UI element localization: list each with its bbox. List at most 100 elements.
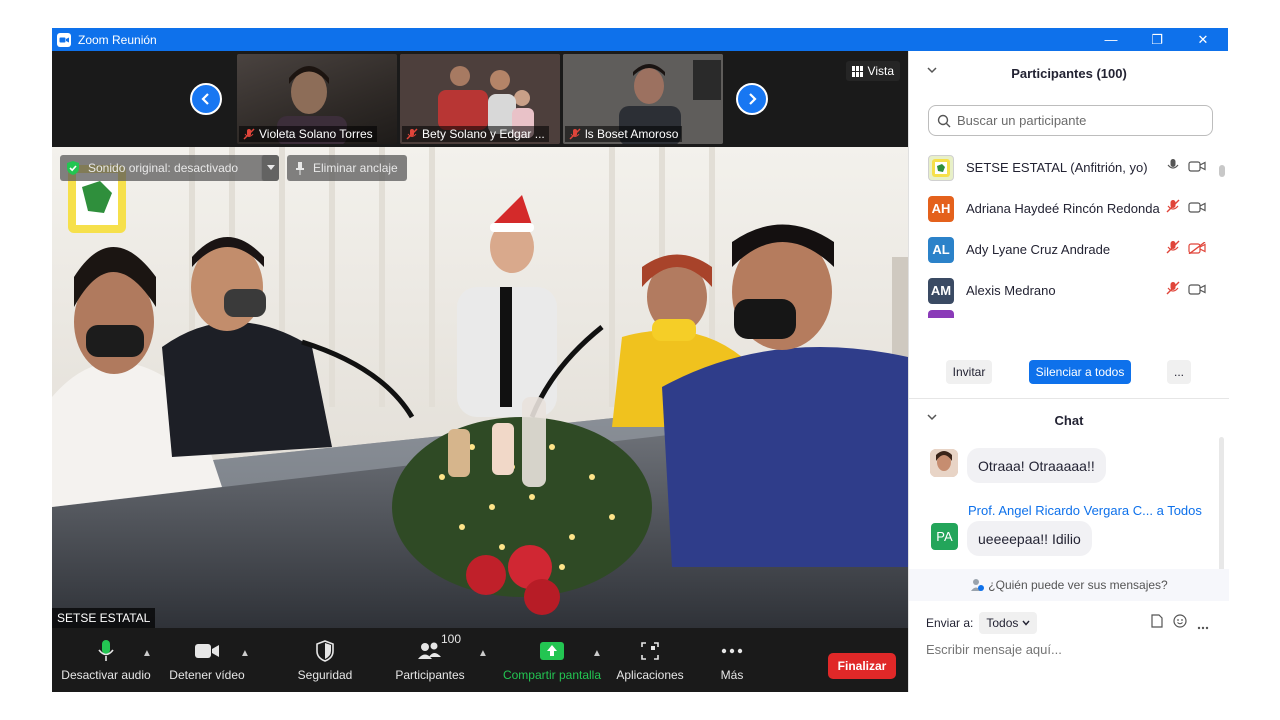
participants-icon: 100	[417, 632, 461, 664]
search-icon	[937, 114, 951, 127]
title-bar: Zoom Reunión — ❐ ✕	[52, 28, 1228, 51]
microphone-icon	[96, 638, 116, 664]
video-camera-icon	[1188, 159, 1206, 177]
mic-muted-icon	[1166, 199, 1180, 218]
microphone-icon	[1166, 158, 1180, 177]
original-sound-menu-button[interactable]	[261, 155, 279, 181]
video-camera-icon	[194, 638, 220, 664]
participants-button[interactable]: 100 Participantes	[388, 628, 472, 692]
file-icon[interactable]	[1151, 614, 1163, 633]
mute-button[interactable]: Desactivar audio	[60, 628, 152, 692]
meeting-room-scene	[52, 147, 908, 628]
avatar: AH	[928, 195, 954, 222]
video-options-caret[interactable]: ▲	[240, 648, 250, 659]
participant-list: SETSE ESTATAL (Anfitrión, yo) AH Adriana…	[909, 147, 1229, 318]
avatar	[930, 449, 958, 477]
chat-message-input[interactable]: Escribir mensaje aquí...	[926, 642, 1062, 657]
participant-search-input[interactable]: Buscar un participante	[928, 105, 1213, 136]
chat-message: ueeeepaa!! Idilio	[967, 521, 1092, 556]
close-window-button[interactable]: ✕	[1180, 28, 1226, 51]
collapse-participants-icon[interactable]	[927, 66, 937, 77]
caret-down-icon	[266, 165, 275, 170]
shield-check-icon	[64, 159, 82, 177]
audio-options-caret[interactable]: ▲	[142, 648, 152, 659]
mic-muted-icon	[569, 128, 581, 140]
avatar: AM	[928, 277, 954, 304]
participant-row[interactable]: AL Ady Lyane Cruz Andrade	[909, 229, 1219, 270]
avatar: AL	[928, 236, 954, 263]
share-screen-icon	[540, 638, 564, 664]
participant-thumbnail[interactable]: ls Boset Amoroso	[563, 54, 723, 144]
ellipsis-icon	[721, 638, 743, 664]
chat-header: Chat	[909, 400, 1229, 440]
invite-button[interactable]: Invitar	[946, 360, 992, 384]
chevron-right-icon	[749, 93, 757, 105]
mic-muted-icon	[1166, 240, 1180, 259]
security-button[interactable]: Seguridad	[290, 628, 360, 692]
participant-thumbnail[interactable]: Violeta Solano Torres	[237, 54, 397, 144]
emoji-icon[interactable]	[1173, 614, 1187, 633]
send-to-selector: Enviar a: Todos	[926, 612, 1038, 634]
mic-muted-icon	[1166, 281, 1180, 300]
video-camera-icon	[1188, 282, 1206, 300]
participant-thumbnail[interactable]: Bety Solano y Edgar ...	[400, 54, 560, 144]
share-options-caret[interactable]: ▲	[592, 648, 602, 659]
apps-icon	[640, 638, 660, 664]
chevron-left-icon	[201, 93, 209, 105]
mic-muted-icon	[243, 128, 255, 140]
active-speaker-name: SETSE ESTATAL	[52, 608, 156, 628]
gallery-next-button[interactable]	[736, 83, 768, 115]
share-screen-button[interactable]: Compartir pantalla	[498, 628, 606, 692]
participant-name-tag: Violeta Solano Torres	[239, 126, 377, 142]
person-info-icon	[971, 579, 985, 591]
original-sound-toggle[interactable]: Sonido original: desactivado	[60, 155, 279, 181]
collapse-chat-icon[interactable]	[927, 413, 937, 424]
grid-icon	[851, 65, 863, 77]
mic-muted-icon	[406, 128, 418, 140]
participants-options-caret[interactable]: ▲	[478, 648, 488, 659]
message-visibility-link[interactable]: ¿Quién puede ver sus mensajes?	[909, 569, 1229, 601]
chat-scrollbar[interactable]	[1219, 437, 1224, 573]
zoom-window: Zoom Reunión — ❐ ✕ Violeta Solano Torres	[52, 28, 1229, 692]
video-camera-icon	[1188, 200, 1206, 218]
video-off-icon	[1188, 240, 1206, 259]
participant-name-tag: ls Boset Amoroso	[565, 126, 683, 142]
participant-row[interactable]: AH Adriana Haydeé Rincón Redonda	[909, 188, 1219, 229]
view-button[interactable]: Vista	[845, 61, 900, 81]
shield-icon	[315, 638, 335, 664]
participants-count: 100	[441, 632, 462, 646]
participant-name-tag: Bety Solano y Edgar ...	[402, 126, 549, 142]
minimize-button[interactable]: —	[1088, 28, 1134, 51]
window-title: Zoom Reunión	[78, 32, 157, 47]
apps-button[interactable]: Aplicaciones	[614, 628, 686, 692]
pin-icon	[296, 161, 304, 175]
chat-sender[interactable]: Prof. Angel Ricardo Vergara C... a Todos	[968, 503, 1202, 518]
mute-all-button[interactable]: Silenciar a todos	[1029, 360, 1131, 384]
participant-scrollbar[interactable]	[1219, 165, 1225, 177]
unpin-button[interactable]: Eliminar anclaje	[287, 155, 407, 181]
send-to-dropdown[interactable]: Todos	[979, 612, 1038, 634]
meeting-toolbar: Desactivar audio ▲ Detener vídeo ▲ Segur…	[52, 628, 908, 692]
more-button[interactable]: Más	[704, 628, 760, 692]
active-speaker-video: Sonido original: desactivado Eliminar an…	[52, 147, 908, 628]
gallery-prev-button[interactable]	[190, 83, 222, 115]
video-stage: Violeta Solano Torres Bety Solano y Edga…	[52, 51, 908, 628]
divider	[909, 398, 1229, 399]
participant-row[interactable]: AM Alexis Medrano	[909, 270, 1219, 311]
avatar: PA	[931, 523, 958, 550]
restore-button[interactable]: ❐	[1134, 28, 1180, 51]
sender-photo-icon	[930, 449, 958, 477]
avatar	[928, 310, 954, 318]
avatar	[928, 154, 954, 181]
zoom-logo-icon	[57, 32, 71, 47]
participants-header: Participantes (100)	[909, 53, 1229, 93]
chevron-down-icon	[1022, 620, 1030, 626]
host-logo-icon	[932, 158, 950, 177]
participants-more-button[interactable]: ...	[1167, 360, 1191, 384]
chat-more-icon[interactable]	[1197, 617, 1209, 635]
end-meeting-button[interactable]: Finalizar	[828, 653, 896, 679]
stop-video-button[interactable]: Detener vídeo	[164, 628, 250, 692]
side-panel: Participantes (100) Buscar un participan…	[908, 51, 1229, 692]
chat-message: Otraaa! Otraaaaa!!	[967, 448, 1106, 483]
participant-row[interactable]: SETSE ESTATAL (Anfitrión, yo)	[909, 147, 1219, 188]
